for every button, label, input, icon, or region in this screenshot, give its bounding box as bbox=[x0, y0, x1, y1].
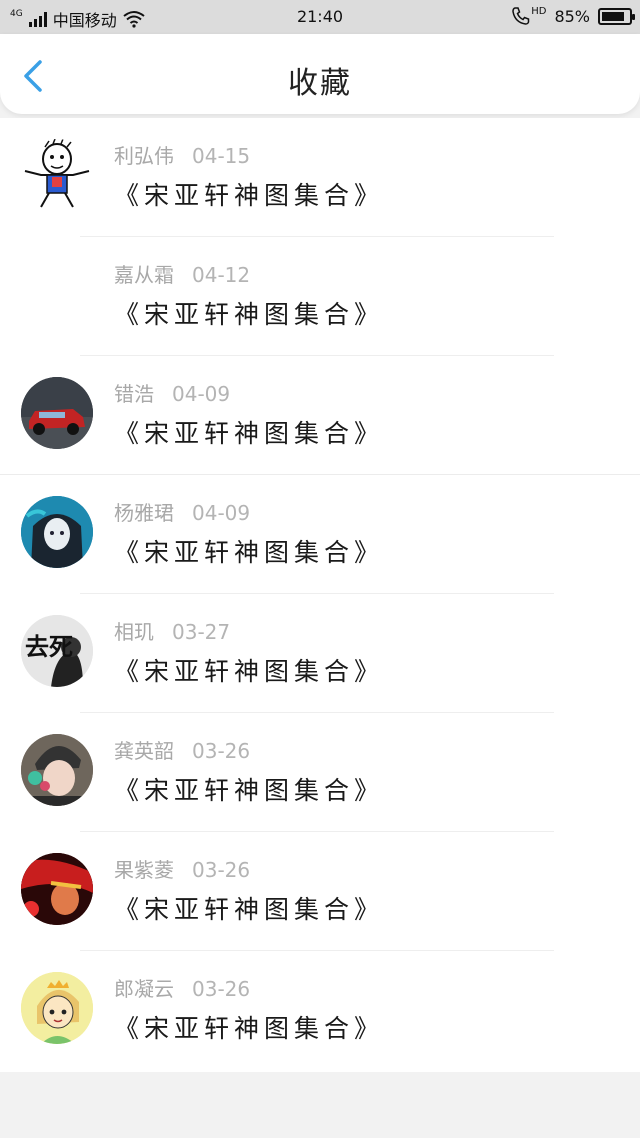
battery-percent: 85% bbox=[554, 6, 590, 26]
item-author: 利弘伟 bbox=[114, 144, 174, 168]
girl-photo-avatar bbox=[21, 734, 93, 806]
item-author: 杨雅珺 bbox=[114, 501, 174, 525]
item-title: 《宋亚轩神图集合》 bbox=[114, 300, 385, 329]
list-item[interactable]: 郎凝云 03-26 《宋亚轩神图集合》 bbox=[0, 951, 640, 1070]
item-meta: 郎凝云 03-26 bbox=[114, 973, 250, 1002]
item-author: 错浩 bbox=[114, 382, 154, 406]
item-date: 04-15 bbox=[192, 144, 251, 168]
item-title: 《宋亚轩神图集合》 bbox=[114, 181, 385, 210]
item-meta: 龚英韶 03-26 bbox=[114, 735, 250, 764]
avatar-text: 去死 bbox=[25, 633, 73, 661]
cartoon-man-avatar bbox=[21, 139, 93, 211]
qusi-text-avatar: 去死 bbox=[21, 615, 93, 687]
item-author: 相玑 bbox=[114, 620, 154, 644]
item-meta: 利弘伟 04-15 bbox=[114, 140, 250, 169]
item-author: 果紫菱 bbox=[114, 858, 174, 882]
item-author: 龚英韶 bbox=[114, 739, 174, 763]
item-date: 04-09 bbox=[172, 382, 231, 406]
red-car-avatar bbox=[21, 377, 93, 449]
item-date: 03-26 bbox=[192, 739, 251, 763]
list-item[interactable]: 嘉从霜 04-12 《宋亚轩神图集合》 bbox=[0, 237, 640, 356]
item-date: 04-12 bbox=[192, 263, 251, 287]
item-meta: 错浩 04-09 bbox=[114, 378, 230, 407]
anime-girl-avatar bbox=[21, 496, 93, 568]
item-date: 03-26 bbox=[192, 977, 251, 1001]
item-date: 03-26 bbox=[192, 858, 251, 882]
status-right: HD 85% bbox=[511, 5, 635, 26]
hd-label: HD bbox=[531, 5, 547, 17]
item-title: 《宋亚轩神图集合》 bbox=[114, 1014, 385, 1043]
list-item[interactable]: 去死 相玑 03-27 《宋亚轩神图集合》 bbox=[0, 594, 640, 713]
list-item[interactable]: 利弘伟 04-15 《宋亚轩神图集合》 bbox=[0, 118, 640, 237]
favorites-list: 利弘伟 04-15 《宋亚轩神图集合》 嘉从霜 04-12 《宋亚轩神图集合》 错浩… bbox=[0, 118, 640, 1072]
red-anime-avatar bbox=[21, 853, 93, 925]
item-title: 《宋亚轩神图集合》 bbox=[114, 419, 385, 448]
item-title: 《宋亚轩神图集合》 bbox=[114, 538, 385, 567]
item-meta: 果紫菱 03-26 bbox=[114, 854, 250, 883]
cartoon-girl-avatar bbox=[21, 972, 93, 1044]
item-author: 郎凝云 bbox=[114, 977, 174, 1001]
item-date: 04-09 bbox=[192, 501, 251, 525]
list-item[interactable]: 果紫菱 03-26 《宋亚轩神图集合》 bbox=[0, 832, 640, 951]
item-meta: 嘉从霜 04-12 bbox=[114, 259, 250, 288]
page-title: 收藏 bbox=[288, 66, 352, 101]
item-meta: 杨雅珺 04-09 bbox=[114, 497, 250, 526]
item-title: 《宋亚轩神图集合》 bbox=[114, 895, 385, 924]
list-item[interactable]: 错浩 04-09 《宋亚轩神图集合》 bbox=[0, 356, 640, 475]
nav-bar: 收藏 bbox=[0, 34, 640, 114]
phone-hd-icon bbox=[512, 7, 530, 25]
list-item[interactable]: 杨雅珺 04-09 《宋亚轩神图集合》 bbox=[0, 475, 640, 594]
item-title: 《宋亚轩神图集合》 bbox=[114, 657, 385, 686]
item-author: 嘉从霜 bbox=[114, 263, 174, 287]
item-date: 03-27 bbox=[172, 620, 231, 644]
status-bar: 4G 中国移动 21:40 HD 85% bbox=[0, 0, 640, 34]
item-meta: 相玑 03-27 bbox=[114, 616, 230, 645]
item-title: 《宋亚轩神图集合》 bbox=[114, 776, 385, 805]
battery-icon bbox=[598, 7, 635, 25]
list-item[interactable]: 龚英韶 03-26 《宋亚轩神图集合》 bbox=[0, 713, 640, 832]
